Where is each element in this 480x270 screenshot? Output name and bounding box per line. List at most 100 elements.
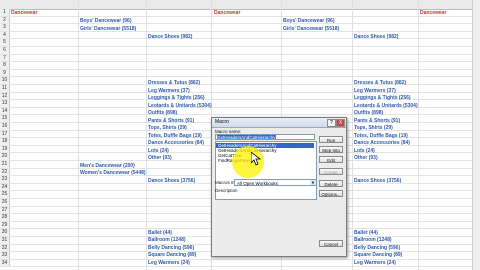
row-number[interactable]: 11 [0, 85, 10, 92]
row-number[interactable]: 22 [0, 168, 10, 176]
sheet-row: 9 [0, 69, 480, 78]
row-number[interactable]: 16 [0, 123, 10, 130]
vertical-scrollbar[interactable] [472, 0, 480, 270]
row-number[interactable]: 30 [0, 229, 10, 236]
row-number[interactable]: 2 [0, 16, 10, 24]
row-number[interactable]: 18 [0, 138, 10, 145]
cell-link[interactable]: Totes, Duffle Bags (19) [148, 133, 202, 140]
cell-link[interactable]: Dresses & Tutus (882) [354, 80, 406, 87]
cell-link[interactable]: Ballroom (1248) [354, 237, 392, 244]
cell-link[interactable]: Ballroom (1248) [148, 237, 186, 244]
run-button[interactable]: Run [319, 136, 343, 143]
row-number[interactable]: 17 [0, 130, 10, 138]
options-button[interactable]: Options... [319, 190, 343, 197]
row-number[interactable]: 32 [0, 244, 10, 252]
cell-link[interactable]: Boys' Dancewear (96) [80, 18, 132, 25]
cell-link[interactable]: Pants & Shorts (91) [148, 118, 194, 125]
cell-link[interactable]: Dance Accessories (84) [354, 140, 410, 147]
cell-link[interactable]: Leg Warmers (37) [148, 88, 190, 95]
row-number[interactable]: 1 [0, 9, 10, 16]
sheet-row: 34 [0, 259, 480, 268]
cell-link[interactable]: Dance Shoes (3756) [148, 178, 195, 185]
cell-link[interactable]: Outfits (898) [148, 110, 177, 117]
row-number[interactable]: 33 [0, 252, 10, 259]
cell-link[interactable]: Dance Shoes (3756) [354, 178, 401, 185]
col-line [352, 0, 353, 270]
cell-link[interactable]: Leg Warmers (24) [354, 260, 396, 267]
cell-link[interactable]: Dance Shoes (982) [354, 34, 398, 41]
row-number[interactable]: 15 [0, 115, 10, 122]
row-number[interactable]: 12 [0, 92, 10, 100]
close-icon[interactable]: X [336, 119, 345, 127]
cell-link[interactable]: Men's Dancewear (200) [80, 163, 135, 170]
cell-link[interactable]: Belly Dancing (596) [148, 245, 194, 252]
dialog-titlebar[interactable]: Macro ? X [212, 118, 346, 128]
row-number[interactable]: 3 [0, 24, 10, 31]
cancel-button[interactable]: Cancel [319, 240, 343, 247]
create-button[interactable]: Create [319, 168, 343, 175]
cell-link[interactable]: Outfits (898) [354, 110, 383, 117]
chevron-down-icon[interactable]: ▼ [310, 180, 316, 185]
row-number[interactable]: 27 [0, 206, 10, 214]
row-number[interactable]: 20 [0, 153, 10, 160]
macros-in-select[interactable]: All Open Workbooks ▼ [234, 179, 317, 186]
cell-link[interactable]: Girls' Dancewear (5518) [80, 26, 136, 33]
cell-link[interactable]: Lots (24) [148, 148, 169, 155]
cell-link[interactable]: Leg Warmers (24) [148, 260, 190, 267]
help-icon[interactable]: ? [327, 119, 336, 127]
row-number[interactable]: 10 [0, 77, 10, 84]
cell-link[interactable]: Leg Warmers (37) [354, 88, 396, 95]
row-number[interactable]: 34 [0, 259, 10, 267]
description-label: Description [215, 188, 238, 193]
cell-link[interactable]: Tops, Shirts (29) [148, 125, 187, 132]
cell-link[interactable]: Square Dancing (89) [148, 252, 196, 259]
row-number[interactable]: 26 [0, 199, 10, 206]
row-number[interactable]: 31 [0, 237, 10, 244]
row-number[interactable]: 28 [0, 214, 10, 221]
cell-link[interactable]: Ballet (44) [148, 230, 172, 237]
col-line [146, 0, 147, 270]
cell-link[interactable]: Lots (24) [354, 148, 375, 155]
row-number[interactable]: 4 [0, 31, 10, 39]
row-number[interactable]: 8 [0, 62, 10, 69]
sheet-row: 7 [0, 54, 480, 63]
row-number[interactable]: 6 [0, 47, 10, 54]
row-number[interactable]: 29 [0, 221, 10, 229]
cell-link[interactable]: Leggings & Tights (256) [148, 95, 205, 102]
row-number[interactable]: 24 [0, 183, 10, 191]
cell-link[interactable]: Square Dancing (89) [354, 252, 402, 259]
delete-button[interactable]: Delete [319, 180, 343, 187]
row-number[interactable]: 13 [0, 100, 10, 107]
macro-name-input[interactable]: GetHeadersAndCatHierarchy [215, 134, 315, 140]
row-number[interactable]: 19 [0, 145, 10, 153]
row-number[interactable]: 23 [0, 176, 10, 183]
row-number[interactable]: 14 [0, 107, 10, 115]
row-number[interactable]: 9 [0, 69, 10, 77]
sheet-row: 8 [0, 62, 480, 70]
cell-link[interactable]: Leotards & Unitards (5304) [148, 103, 212, 110]
row-number[interactable]: 25 [0, 191, 10, 198]
sheet-row: 11 [0, 85, 480, 93]
step-into-button[interactable]: Step Into [319, 146, 343, 153]
cell-link[interactable]: Dresses & Tutus (882) [148, 80, 200, 87]
edit-button[interactable]: Edit [319, 156, 343, 163]
cell-link[interactable]: Dance Accessories (84) [148, 140, 204, 147]
cell-link[interactable]: Leggings & Tights (256) [354, 95, 411, 102]
cell-link[interactable]: Women's Dancewear (5448) [80, 170, 146, 177]
cell-link[interactable]: Ballet (44) [354, 230, 378, 237]
cell-link[interactable]: Pants & Shorts (91) [354, 118, 400, 125]
row-number[interactable]: 21 [0, 161, 10, 168]
cell-link[interactable]: Dance Shoes (982) [148, 34, 192, 41]
dancewear-header: Dancewear [11, 10, 38, 16]
row-number[interactable]: 7 [0, 54, 10, 62]
cell-link[interactable]: Totes, Duffle Bags (19) [354, 133, 408, 140]
cell-link[interactable]: Belly Dancing (596) [354, 245, 400, 252]
cell-link[interactable]: Boys' Dancewear (96) [283, 18, 335, 25]
cell-link[interactable]: Tops, Shirts (29) [354, 125, 393, 132]
row-number[interactable]: 5 [0, 39, 10, 46]
cell-link[interactable]: Other (93) [148, 155, 172, 162]
cell-link[interactable]: Other (93) [354, 155, 378, 162]
cell-link[interactable]: Girls' Dancewear (5518) [283, 26, 339, 33]
sheet-row: 4 [0, 31, 480, 40]
cell-link[interactable]: Leotards & Unitards (5304) [354, 103, 418, 110]
